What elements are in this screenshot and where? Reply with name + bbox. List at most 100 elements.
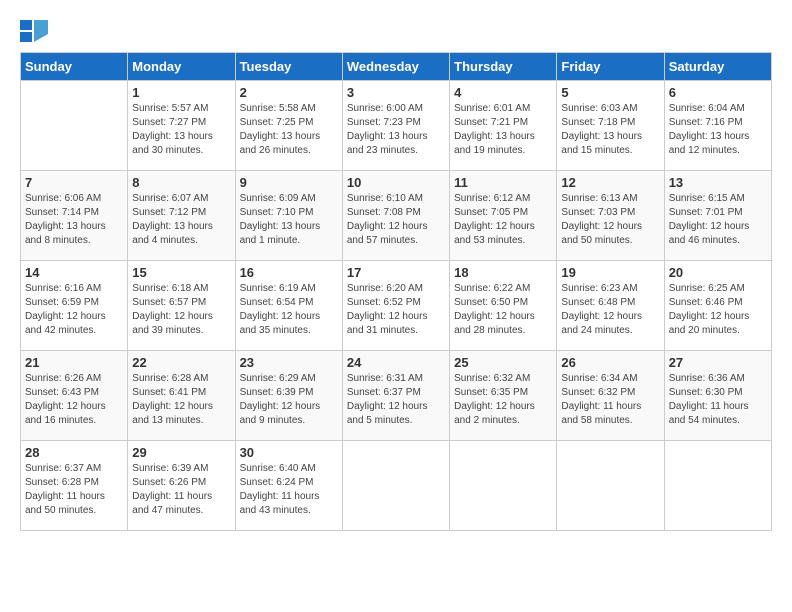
calendar-cell: 2 Sunrise: 5:58 AM Sunset: 7:25 PM Daylig… <box>235 81 342 171</box>
calendar-cell: 6 Sunrise: 6:04 AM Sunset: 7:16 PM Daylig… <box>664 81 771 171</box>
day-number: 15 <box>132 265 230 280</box>
day-number: 10 <box>347 175 445 190</box>
day-number: 5 <box>561 85 659 100</box>
weekday-header-wednesday: Wednesday <box>342 53 449 81</box>
weekday-header-monday: Monday <box>128 53 235 81</box>
day-info: Sunrise: 6:25 AM Sunset: 6:46 PM Dayligh… <box>669 282 767 338</box>
calendar-cell: 24 Sunrise: 6:31 AM Sunset: 6:37 PM Dayli… <box>342 351 449 441</box>
day-number: 16 <box>240 265 338 280</box>
weekday-header-saturday: Saturday <box>664 53 771 81</box>
day-info: Sunrise: 6:16 AM Sunset: 6:59 PM Dayligh… <box>25 282 123 338</box>
day-info: Sunrise: 6:32 AM Sunset: 6:35 PM Dayligh… <box>454 372 552 428</box>
day-number: 20 <box>669 265 767 280</box>
day-number: 27 <box>669 355 767 370</box>
day-number: 18 <box>454 265 552 280</box>
calendar-cell: 1 Sunrise: 5:57 AM Sunset: 7:27 PM Daylig… <box>128 81 235 171</box>
day-info: Sunrise: 5:58 AM Sunset: 7:25 PM Dayligh… <box>240 102 338 158</box>
calendar-cell: 16 Sunrise: 6:19 AM Sunset: 6:54 PM Dayli… <box>235 261 342 351</box>
weekday-header-sunday: Sunday <box>21 53 128 81</box>
calendar-cell: 11Sunrise: 6:12 AM Sunset: 7:05 PM Dayli… <box>450 171 557 261</box>
day-number: 26 <box>561 355 659 370</box>
day-number: 24 <box>347 355 445 370</box>
day-info: Sunrise: 5:57 AM Sunset: 7:27 PM Dayligh… <box>132 102 230 158</box>
calendar-cell: 9 Sunrise: 6:09 AM Sunset: 7:10 PM Daylig… <box>235 171 342 261</box>
calendar-cell: 8 Sunrise: 6:07 AM Sunset: 7:12 PM Daylig… <box>128 171 235 261</box>
day-number: 30 <box>240 445 338 460</box>
day-info: Sunrise: 6:29 AM Sunset: 6:39 PM Dayligh… <box>240 372 338 428</box>
day-info: Sunrise: 6:03 AM Sunset: 7:18 PM Dayligh… <box>561 102 659 158</box>
day-info: Sunrise: 6:13 AM Sunset: 7:03 PM Dayligh… <box>561 192 659 248</box>
day-info: Sunrise: 6:20 AM Sunset: 6:52 PM Dayligh… <box>347 282 445 338</box>
week-row-3: 14Sunrise: 6:16 AM Sunset: 6:59 PM Dayli… <box>21 261 772 351</box>
calendar-cell: 23 Sunrise: 6:29 AM Sunset: 6:39 PM Dayli… <box>235 351 342 441</box>
calendar-cell: 22Sunrise: 6:28 AM Sunset: 6:41 PM Dayli… <box>128 351 235 441</box>
week-row-5: 28 Sunrise: 6:37 AM Sunset: 6:28 PM Dayli… <box>21 441 772 531</box>
calendar-cell: 19 Sunrise: 6:23 AM Sunset: 6:48 PM Dayli… <box>557 261 664 351</box>
day-info: Sunrise: 6:01 AM Sunset: 7:21 PM Dayligh… <box>454 102 552 158</box>
calendar-cell: 3 Sunrise: 6:00 AM Sunset: 7:23 PM Daylig… <box>342 81 449 171</box>
calendar-cell <box>557 441 664 531</box>
calendar-cell: 26 Sunrise: 6:34 AM Sunset: 6:32 PM Dayli… <box>557 351 664 441</box>
calendar-cell <box>342 441 449 531</box>
calendar-cell <box>450 441 557 531</box>
day-info: Sunrise: 6:23 AM Sunset: 6:48 PM Dayligh… <box>561 282 659 338</box>
calendar-cell: 7Sunrise: 6:06 AM Sunset: 7:14 PM Daylig… <box>21 171 128 261</box>
day-info: Sunrise: 6:10 AM Sunset: 7:08 PM Dayligh… <box>347 192 445 248</box>
calendar-cell: 13Sunrise: 6:15 AM Sunset: 7:01 PM Dayli… <box>664 171 771 261</box>
calendar-cell: 25 Sunrise: 6:32 AM Sunset: 6:35 PM Dayli… <box>450 351 557 441</box>
day-info: Sunrise: 6:19 AM Sunset: 6:54 PM Dayligh… <box>240 282 338 338</box>
day-info: Sunrise: 6:40 AM Sunset: 6:24 PM Dayligh… <box>240 462 338 518</box>
day-number: 23 <box>240 355 338 370</box>
day-number: 29 <box>132 445 230 460</box>
day-number: 1 <box>132 85 230 100</box>
day-number: 3 <box>347 85 445 100</box>
calendar-cell: 27 Sunrise: 6:36 AM Sunset: 6:30 PM Dayli… <box>664 351 771 441</box>
day-info: Sunrise: 6:18 AM Sunset: 6:57 PM Dayligh… <box>132 282 230 338</box>
day-number: 25 <box>454 355 552 370</box>
calendar-cell: 10 Sunrise: 6:10 AM Sunset: 7:08 PM Dayli… <box>342 171 449 261</box>
calendar-cell: 21 Sunrise: 6:26 AM Sunset: 6:43 PM Dayli… <box>21 351 128 441</box>
day-number: 6 <box>669 85 767 100</box>
calendar-cell: 4 Sunrise: 6:01 AM Sunset: 7:21 PM Daylig… <box>450 81 557 171</box>
day-info: Sunrise: 6:12 AM Sunset: 7:05 PM Dayligh… <box>454 192 552 248</box>
day-info: Sunrise: 6:09 AM Sunset: 7:10 PM Dayligh… <box>240 192 338 248</box>
week-row-4: 21 Sunrise: 6:26 AM Sunset: 6:43 PM Dayli… <box>21 351 772 441</box>
day-number: 28 <box>25 445 123 460</box>
day-number: 7 <box>25 175 123 190</box>
day-number: 17 <box>347 265 445 280</box>
day-number: 4 <box>454 85 552 100</box>
calendar-cell: 5 Sunrise: 6:03 AM Sunset: 7:18 PM Daylig… <box>557 81 664 171</box>
day-info: Sunrise: 6:39 AM Sunset: 6:26 PM Dayligh… <box>132 462 230 518</box>
day-info: Sunrise: 6:00 AM Sunset: 7:23 PM Dayligh… <box>347 102 445 158</box>
calendar-cell: 17 Sunrise: 6:20 AM Sunset: 6:52 PM Dayli… <box>342 261 449 351</box>
calendar-cell: 30 Sunrise: 6:40 AM Sunset: 6:24 PM Dayli… <box>235 441 342 531</box>
weekday-header-row: SundayMondayTuesdayWednesdayThursdayFrid… <box>21 53 772 81</box>
day-info: Sunrise: 6:07 AM Sunset: 7:12 PM Dayligh… <box>132 192 230 248</box>
day-number: 12 <box>561 175 659 190</box>
week-row-2: 7Sunrise: 6:06 AM Sunset: 7:14 PM Daylig… <box>21 171 772 261</box>
calendar-cell: 14Sunrise: 6:16 AM Sunset: 6:59 PM Dayli… <box>21 261 128 351</box>
day-number: 21 <box>25 355 123 370</box>
calendar-cell: 28 Sunrise: 6:37 AM Sunset: 6:28 PM Dayli… <box>21 441 128 531</box>
day-number: 2 <box>240 85 338 100</box>
day-number: 19 <box>561 265 659 280</box>
calendar-cell <box>21 81 128 171</box>
day-info: Sunrise: 6:26 AM Sunset: 6:43 PM Dayligh… <box>25 372 123 428</box>
day-info: Sunrise: 6:34 AM Sunset: 6:32 PM Dayligh… <box>561 372 659 428</box>
calendar-cell <box>664 441 771 531</box>
logo <box>20 20 52 42</box>
day-info: Sunrise: 6:04 AM Sunset: 7:16 PM Dayligh… <box>669 102 767 158</box>
weekday-header-tuesday: Tuesday <box>235 53 342 81</box>
calendar-cell: 18Sunrise: 6:22 AM Sunset: 6:50 PM Dayli… <box>450 261 557 351</box>
day-info: Sunrise: 6:36 AM Sunset: 6:30 PM Dayligh… <box>669 372 767 428</box>
weekday-header-friday: Friday <box>557 53 664 81</box>
week-row-1: 1 Sunrise: 5:57 AM Sunset: 7:27 PM Daylig… <box>21 81 772 171</box>
calendar-cell: 15 Sunrise: 6:18 AM Sunset: 6:57 PM Dayli… <box>128 261 235 351</box>
day-number: 8 <box>132 175 230 190</box>
day-info: Sunrise: 6:37 AM Sunset: 6:28 PM Dayligh… <box>25 462 123 518</box>
day-number: 13 <box>669 175 767 190</box>
day-number: 22 <box>132 355 230 370</box>
header <box>20 20 772 42</box>
day-info: Sunrise: 6:31 AM Sunset: 6:37 PM Dayligh… <box>347 372 445 428</box>
day-number: 9 <box>240 175 338 190</box>
